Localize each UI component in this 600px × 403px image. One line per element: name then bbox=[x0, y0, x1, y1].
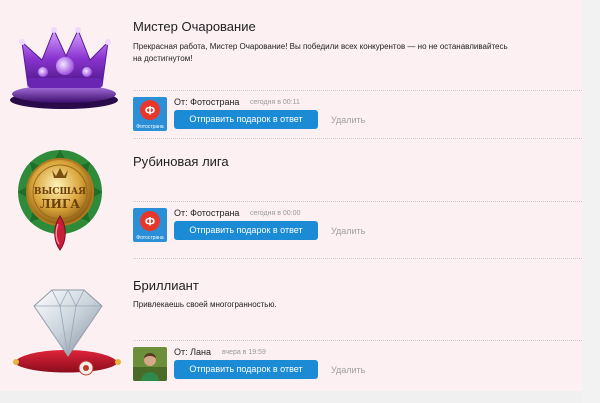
crown-icon bbox=[8, 22, 126, 114]
gift-message: Привлекаешь своей многогранностью. bbox=[133, 299, 533, 311]
sender-line: От: Фотострана bbox=[174, 97, 239, 107]
sender-row: Ф Фотострана От: Фотострана сегодня в 00… bbox=[133, 201, 582, 248]
panel-bottom-edge bbox=[0, 391, 582, 403]
fotostrana-logo-icon: Ф Фотострана bbox=[133, 97, 167, 131]
sender-row: От: Лана вчера в 19:59 Отправить подарок… bbox=[133, 340, 582, 387]
gift-title: Бриллиант bbox=[133, 278, 199, 293]
from-label: От: bbox=[174, 208, 188, 218]
avatar-caption: Фотострана bbox=[136, 124, 164, 130]
medal-text: ЛИГА bbox=[40, 197, 80, 211]
delete-link[interactable]: Удалить bbox=[331, 226, 365, 236]
gift-message-line: Прекрасная работа, Мистер Очарование! Вы… bbox=[133, 42, 508, 51]
from-label: От: bbox=[174, 347, 188, 357]
user-photo-icon bbox=[133, 347, 167, 381]
gift-message-line: на достигнутом! bbox=[133, 54, 193, 63]
reply-gift-button[interactable]: Отправить подарок в ответ bbox=[174, 221, 318, 240]
gift-item: Бриллиант Привлекаешь своей многограннос… bbox=[0, 262, 582, 390]
gift-item: ВЫСШАЯ ЛИГА Рубиновая лига Ф Фотострана … bbox=[0, 140, 582, 260]
avatar-letter: Ф bbox=[145, 215, 155, 229]
scroll-gutter bbox=[582, 0, 600, 403]
divider bbox=[133, 340, 582, 341]
section-divider bbox=[133, 138, 582, 139]
sender-row: Ф Фотострана От: Фотострана сегодня в 00… bbox=[133, 90, 582, 137]
medal-text: ВЫСШАЯ bbox=[34, 187, 86, 197]
avatar-caption: Фотострана bbox=[136, 235, 164, 241]
section-divider bbox=[133, 258, 582, 259]
avatar[interactable] bbox=[133, 347, 167, 381]
fotostrana-logo-icon: Ф Фотострана bbox=[133, 208, 167, 242]
avatar[interactable]: Ф Фотострана bbox=[133, 97, 167, 131]
timestamp: сегодня в 00:11 bbox=[250, 99, 300, 106]
sender-line: От: Лана bbox=[174, 347, 211, 357]
avatar[interactable]: Ф Фотострана bbox=[133, 208, 167, 242]
divider bbox=[133, 90, 582, 91]
gift-item: Мистер Очарование Прекрасная работа, Мис… bbox=[0, 0, 582, 135]
timestamp: вчера в 19:59 bbox=[222, 349, 266, 356]
delete-link[interactable]: Удалить bbox=[331, 115, 365, 125]
gift-title: Рубиновая лига bbox=[133, 154, 229, 169]
sender-name[interactable]: Лана bbox=[190, 347, 211, 357]
league-medal-icon: ВЫСШАЯ ЛИГА bbox=[8, 148, 126, 256]
gift-title: Мистер Очарование bbox=[133, 19, 256, 34]
gift-message: Прекрасная работа, Мистер Очарование! Вы… bbox=[133, 41, 533, 65]
divider bbox=[133, 201, 582, 202]
reply-gift-button[interactable]: Отправить подарок в ответ bbox=[174, 110, 318, 129]
sender-name[interactable]: Фотострана bbox=[190, 97, 239, 107]
delete-link[interactable]: Удалить bbox=[331, 365, 365, 375]
sender-name[interactable]: Фотострана bbox=[190, 208, 239, 218]
from-label: От: bbox=[174, 97, 188, 107]
gift-message-line: Привлекаешь своей многогранностью. bbox=[133, 300, 277, 309]
avatar-letter: Ф bbox=[145, 104, 155, 118]
diamond-icon bbox=[8, 286, 126, 386]
sender-line: От: Фотострана bbox=[174, 208, 239, 218]
reply-gift-button[interactable]: Отправить подарок в ответ bbox=[174, 360, 318, 379]
timestamp: сегодня в 00:00 bbox=[250, 210, 301, 217]
